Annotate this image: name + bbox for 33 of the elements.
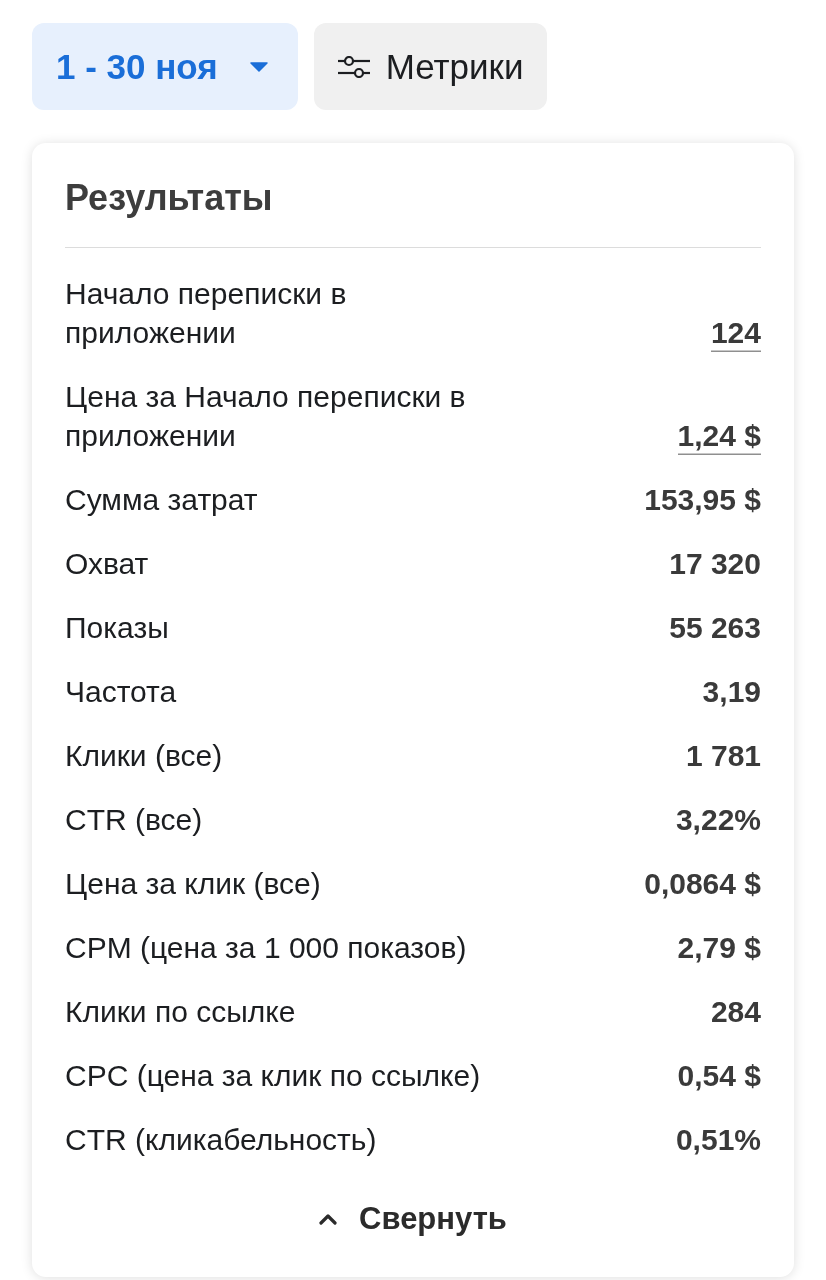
metric-value: 284 [710,993,761,1030]
metric-label: CTR (кликабельность) [65,1121,377,1158]
metric-label: CPC (цена за клик по ссылке) [65,1057,481,1094]
collapse-button[interactable]: Свернуть [309,1195,517,1243]
metric-value: 17 320 [669,545,761,582]
metric-value: 55 263 [669,609,761,646]
date-range-dropdown[interactable]: 1 - 30 ноя [32,23,298,110]
metric-value: 2,79 $ [677,929,761,966]
caret-down-icon [249,61,268,72]
metric-label: Показы [65,609,169,646]
metric-label: Начало переписки в приложении [65,275,348,351]
metric-value: 153,95 $ [644,481,761,518]
metric-value: 3,19 [702,673,761,710]
metric-value: 0,0864 $ [644,865,761,902]
metric-label: Цена за клик (все) [65,865,321,902]
metrics-button[interactable]: Метрики [313,23,548,110]
metric-label: Цена за Начало переписки в приложении [65,378,467,454]
metric-label: Клики по ссылке [65,993,296,1030]
metric-label: Клики (все) [65,737,223,774]
metric-value: 0,51% [675,1121,761,1158]
metric-value[interactable]: 124 [710,312,761,352]
metric-label: Охват [65,545,149,582]
metric-label: Частота [65,673,177,710]
metric-label: CPM (цена за 1 000 показов) [65,929,467,966]
metric-label: Сумма затрат [65,481,258,518]
metric-value: 3,22% [675,801,761,838]
metric-value: 1 781 [685,737,761,774]
metric-value[interactable]: 1,24 $ [677,415,761,455]
card-title: Результаты [65,176,274,220]
chevron-up-icon [319,1213,338,1225]
metric-label: CTR (все) [65,801,203,838]
metric-value: 0,54 $ [677,1057,761,1094]
sliders-icon [337,55,370,78]
